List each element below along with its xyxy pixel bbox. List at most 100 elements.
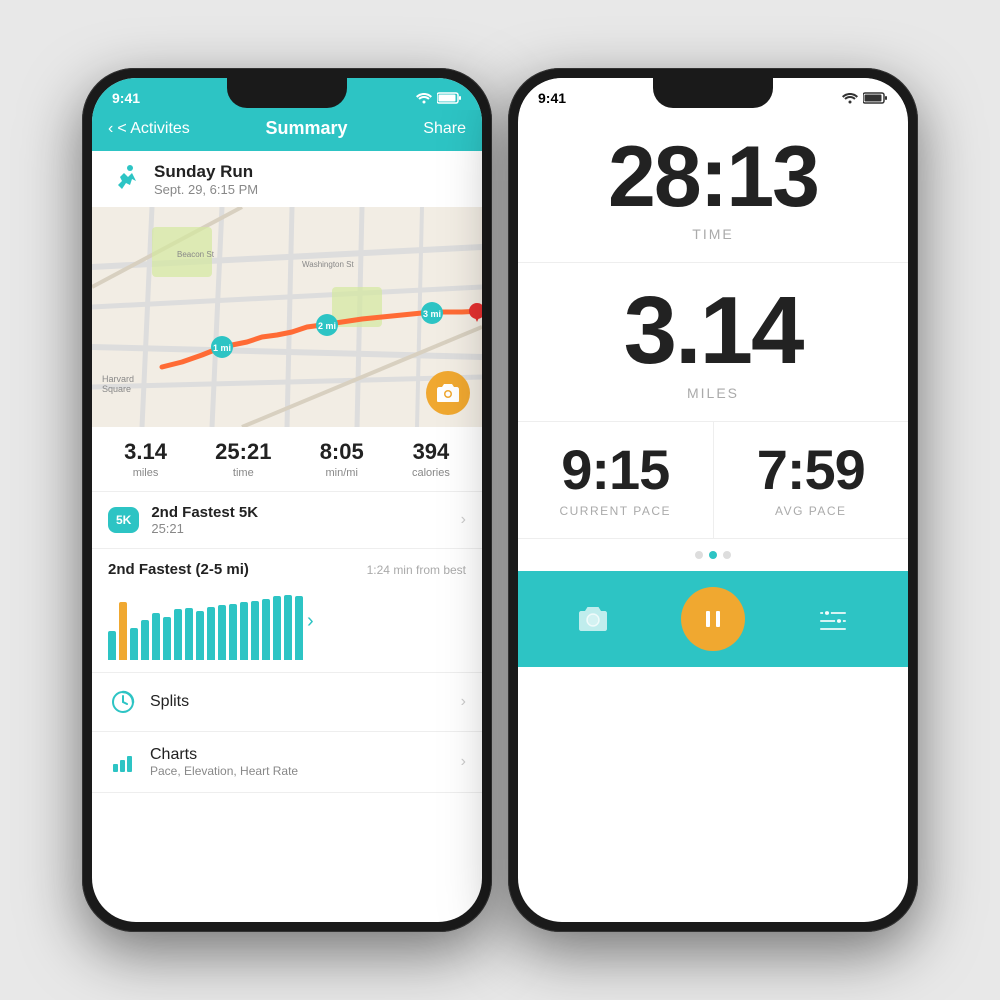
splits-chevron: › [461,693,466,711]
pace-row: 9:15 CURRENT PACE 7:59 AVG PACE [518,422,908,539]
time-value: 28:13 [608,134,818,220]
splits-menu-item[interactable]: Splits › [92,673,482,732]
splits-icon [108,687,138,717]
bar-11 [229,604,237,660]
current-pace-label: CURRENT PACE [559,504,671,518]
charts-title: Charts [150,746,461,764]
charts-chevron: › [461,753,466,771]
stat-calories-value: 394 [412,439,450,465]
nav-title: Summary [266,118,348,139]
splits-text: Splits [150,693,461,711]
bar-1 [119,602,127,660]
stats-row: 3.14 miles 25:21 time 8:05 min/mi 394 ca… [92,427,482,492]
right-screen-inner: 9:41 [518,78,908,922]
splits-title: Splits [150,693,461,711]
svg-text:Beacon St: Beacon St [177,250,215,259]
bar-10 [218,605,226,660]
status-time-left: 9:41 [112,90,140,106]
activity-date: Sept. 29, 6:15 PM [154,182,258,197]
back-button[interactable]: ‹ < Activites [108,120,190,138]
current-pace-value: 9:15 [561,442,669,498]
stat-pace-label: min/mi [320,467,364,479]
stat-time-label: time [215,467,271,479]
charts-text: Charts Pace, Elevation, Heart Rate [150,746,461,778]
bar-9 [207,607,215,660]
miles-value: 3.14 [624,283,803,379]
bar-13 [251,601,259,660]
stat-miles-value: 3.14 [124,439,167,465]
stat-time: 25:21 time [215,439,271,479]
chart-row-container: › [108,582,466,660]
stat-pace: 8:05 min/mi [320,439,364,479]
achievement-chevron: › [461,511,466,529]
battery-icon-right [863,92,888,104]
stat-calories: 394 calories [412,439,450,479]
left-screen: 9:41 ‹ < [92,78,482,922]
bar-2 [130,628,138,661]
wifi-icon-left [416,92,432,104]
current-pace-item: 9:15 CURRENT PACE [518,422,714,538]
bar-3 [141,620,149,660]
svg-text:Harvard: Harvard [102,374,134,384]
bar-6 [174,609,182,660]
charts-subtitle: Pace, Elevation, Heart Rate [150,764,461,778]
bar-8 [196,611,204,660]
share-button[interactable]: Share [423,120,466,138]
charts-icon [108,747,138,777]
status-icons-left [416,92,462,104]
svg-text:Washington St: Washington St [302,260,355,269]
achievement-title: 2nd Fastest 5K [151,504,460,521]
svg-text:1 mi: 1 mi [213,343,231,353]
time-label: TIME [692,226,733,242]
stat-time-value: 25:21 [215,439,271,465]
camera-badge[interactable] [426,371,470,415]
chart-subtitle: 1:24 min from best [367,563,466,577]
camera-button[interactable] [579,607,607,631]
status-icons-right [842,92,888,104]
notch-right [653,78,773,108]
stat-miles-label: miles [124,467,167,479]
activity-header: Sunday Run Sept. 29, 6:15 PM [92,151,482,207]
bar-14 [262,599,270,660]
chart-header: 2nd Fastest (2-5 mi) 1:24 min from best [108,561,466,578]
activity-title: Sunday Run [154,162,258,182]
achievement-row[interactable]: 5K 2nd Fastest 5K 25:21 › [92,492,482,549]
miles-section: 3.14 MILES [518,263,908,422]
run-icon [108,161,144,197]
svg-text:3 mi: 3 mi [423,309,441,319]
dot-2-active [709,551,717,559]
bar-16 [284,595,292,660]
status-time-right: 9:41 [538,90,566,106]
map-container[interactable]: Harvard Square Beacon St Washington St 1… [92,207,482,427]
avg-pace-label: AVG PACE [775,504,847,518]
stat-calories-label: calories [412,467,450,479]
chart-section: 2nd Fastest (2-5 mi) 1:24 min from best … [92,549,482,673]
achievement-time: 25:21 [151,521,460,536]
achievement-text: 2nd Fastest 5K 25:21 [151,504,460,536]
dot-1 [695,551,703,559]
bottom-bar [518,571,908,667]
dots-row [518,539,908,571]
wifi-icon-right [842,92,858,104]
bar-5 [163,617,171,660]
chart-title: 2nd Fastest (2-5 mi) [108,561,249,578]
dot-3 [723,551,731,559]
map-svg: Harvard Square Beacon St Washington St 1… [92,207,482,427]
time-section: 28:13 TIME [518,110,908,263]
chart-arrow[interactable]: › [303,610,314,633]
bar-7 [185,608,193,660]
right-screen: 9:41 [518,78,908,922]
charts-menu-item[interactable]: Charts Pace, Elevation, Heart Rate › [92,732,482,793]
stat-miles: 3.14 miles [124,439,167,479]
bar-4 [152,613,160,660]
svg-text:2 mi: 2 mi [318,321,336,331]
settings-button[interactable] [819,607,847,631]
notch-left [227,78,347,108]
bar-12 [240,602,248,660]
bar-chart [108,590,303,660]
pause-button[interactable] [681,587,745,651]
nav-bar: ‹ < Activites Summary Share [92,110,482,151]
badge-5k: 5K [108,507,139,533]
avg-pace-value: 7:59 [757,442,865,498]
svg-text:Square: Square [102,384,131,394]
